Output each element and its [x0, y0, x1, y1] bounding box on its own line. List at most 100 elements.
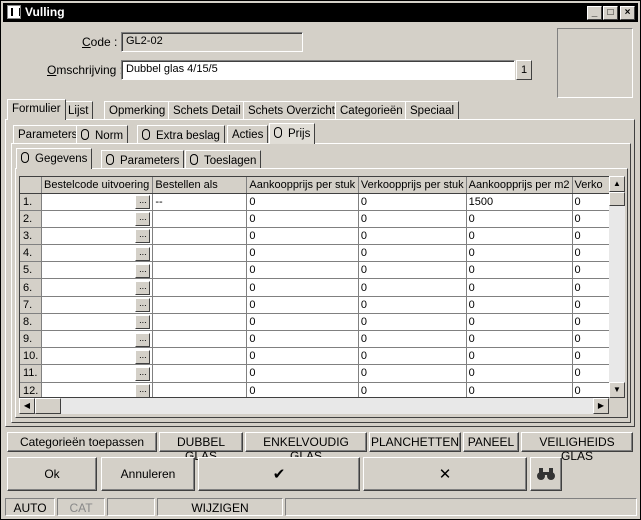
- tab-acties[interactable]: Acties: [227, 125, 269, 144]
- grid-cell[interactable]: 0: [572, 227, 610, 246]
- ok-button[interactable]: Ok: [7, 457, 97, 491]
- grid-cell[interactable]: [152, 382, 248, 397]
- find-button[interactable]: [530, 457, 562, 491]
- tab-norm[interactable]: Norm: [76, 125, 129, 144]
- horizontal-scrollbar[interactable]: ◀ ▶: [19, 398, 609, 414]
- grid-cell[interactable]: 0: [358, 296, 467, 314]
- confirm-icon[interactable]: ✔: [198, 457, 360, 491]
- tab-opmerking[interactable]: Opmerking: [104, 101, 171, 120]
- grid-cell[interactable]: 0: [246, 244, 359, 263]
- grid-cell[interactable]: 0: [466, 278, 573, 297]
- grid-cell[interactable]: 0: [358, 227, 467, 246]
- grid-cell[interactable]: ...: [41, 278, 154, 297]
- grid-cell[interactable]: ...: [41, 210, 154, 228]
- grid-cell[interactable]: 0: [246, 278, 359, 297]
- grid-cell[interactable]: [152, 278, 248, 297]
- category-veiligheids-glas-button[interactable]: VEILIGHEIDS GLAS: [521, 432, 633, 463]
- scroll-left-icon[interactable]: ◀: [19, 398, 35, 414]
- grid-cell[interactable]: 0: [358, 193, 467, 211]
- description-field[interactable]: Dubbel glas 4/15/5: [121, 60, 515, 80]
- scroll-up-icon[interactable]: ▲: [609, 176, 625, 192]
- grid-cell[interactable]: 0: [466, 313, 573, 332]
- grid-cell[interactable]: --: [152, 193, 248, 211]
- category-planchetten-button[interactable]: PLANCHETTEN: [369, 432, 461, 452]
- lookup-button[interactable]: ...: [135, 349, 151, 364]
- grid-cell[interactable]: 0: [358, 210, 467, 228]
- scroll-right-icon[interactable]: ▶: [593, 398, 609, 414]
- code-field[interactable]: GL2-02: [121, 32, 303, 52]
- grid-cell[interactable]: ...: [41, 261, 154, 280]
- grid-cell[interactable]: 0: [572, 210, 610, 228]
- grid-cell[interactable]: 0: [358, 330, 467, 349]
- grid-cell[interactable]: 0: [358, 244, 467, 263]
- grid-cell[interactable]: 0: [466, 296, 573, 314]
- grid-cell[interactable]: [152, 227, 248, 246]
- grid-cell[interactable]: ...: [41, 364, 154, 383]
- description-language-button[interactable]: 1: [516, 60, 532, 80]
- lookup-button[interactable]: ...: [135, 212, 151, 227]
- tab-extra-beslag[interactable]: Extra beslag: [137, 125, 225, 144]
- hscroll-thumb[interactable]: [35, 398, 61, 414]
- grid-cell[interactable]: 0: [572, 364, 610, 383]
- grid-cell[interactable]: 0: [246, 382, 359, 397]
- scroll-down-icon[interactable]: ▼: [609, 382, 625, 398]
- lookup-button[interactable]: ...: [135, 229, 151, 244]
- lookup-button[interactable]: ...: [135, 366, 151, 381]
- tab-prijs[interactable]: Prijs: [269, 123, 316, 144]
- grid-cell[interactable]: 0: [246, 364, 359, 383]
- grid-cell[interactable]: 0: [466, 364, 573, 383]
- lookup-button[interactable]: ...: [135, 246, 151, 261]
- grid-cell[interactable]: ...: [41, 330, 154, 349]
- tab-lijst[interactable]: Lijst: [63, 101, 94, 120]
- apply-categories-button[interactable]: Categorieën toepassen: [7, 432, 157, 452]
- grid-cell[interactable]: 0: [572, 330, 610, 349]
- grid-cell[interactable]: 0: [466, 227, 573, 246]
- tab-gegevens[interactable]: Gegevens: [16, 148, 93, 169]
- grid-cell[interactable]: 0: [246, 330, 359, 349]
- tab-speciaal[interactable]: Speciaal: [405, 101, 460, 120]
- grid-cell[interactable]: 0: [358, 347, 467, 366]
- grid-cell[interactable]: 0: [572, 313, 610, 332]
- grid-cell[interactable]: [152, 261, 248, 280]
- lookup-button[interactable]: ...: [135, 263, 151, 278]
- grid-cell[interactable]: 0: [246, 347, 359, 366]
- grid-cell[interactable]: 0: [246, 193, 359, 211]
- grid-cell[interactable]: 0: [572, 261, 610, 280]
- column-header[interactable]: Verkoopprijs per stuk: [358, 177, 467, 194]
- grid-cell[interactable]: ...: [41, 296, 154, 314]
- grid-cell[interactable]: 0: [246, 313, 359, 332]
- grid-cell[interactable]: 0: [358, 313, 467, 332]
- lookup-button[interactable]: ...: [135, 298, 151, 313]
- lookup-button[interactable]: ...: [135, 332, 151, 347]
- category-paneel-button[interactable]: PANEEL: [463, 432, 519, 452]
- lookup-button[interactable]: ...: [135, 281, 151, 296]
- maximize-button[interactable]: □: [603, 6, 618, 20]
- column-header[interactable]: Verko: [572, 177, 610, 194]
- close-button[interactable]: ×: [620, 6, 635, 20]
- tab-categorieen[interactable]: Categorieën: [335, 101, 408, 120]
- grid-cell[interactable]: 0: [246, 296, 359, 314]
- grid-cell[interactable]: ...: [41, 227, 154, 246]
- column-header[interactable]: Aankoopprijs per m2: [466, 177, 573, 194]
- column-header[interactable]: Bestelcode uitvoering: [41, 177, 154, 194]
- column-header[interactable]: Aankoopprijs per stuk: [246, 177, 359, 194]
- grid-cell[interactable]: 0: [358, 278, 467, 297]
- grid-cell[interactable]: 0: [246, 210, 359, 228]
- category-dubbel-glas-button[interactable]: DUBBEL GLAS: [159, 432, 243, 463]
- grid-cell[interactable]: 0: [572, 278, 610, 297]
- grid-cell[interactable]: 0: [246, 261, 359, 280]
- lookup-button[interactable]: ...: [135, 195, 151, 210]
- grid-cell[interactable]: 0: [466, 261, 573, 280]
- grid-cell[interactable]: ...: [41, 193, 154, 211]
- grid-cell[interactable]: 0: [572, 347, 610, 366]
- grid-cell[interactable]: 0: [466, 347, 573, 366]
- grid-cell[interactable]: 0: [466, 244, 573, 263]
- grid-cell[interactable]: ...: [41, 244, 154, 263]
- vertical-scrollbar[interactable]: ▲ ▼: [609, 176, 625, 398]
- tab-inner-parameters[interactable]: Parameters: [101, 150, 185, 169]
- scroll-thumb[interactable]: [609, 192, 625, 206]
- grid-cell[interactable]: 0: [466, 382, 573, 397]
- grid-cell[interactable]: 0: [572, 193, 610, 211]
- grid-cell[interactable]: 0: [466, 330, 573, 349]
- grid-cell[interactable]: [152, 330, 248, 349]
